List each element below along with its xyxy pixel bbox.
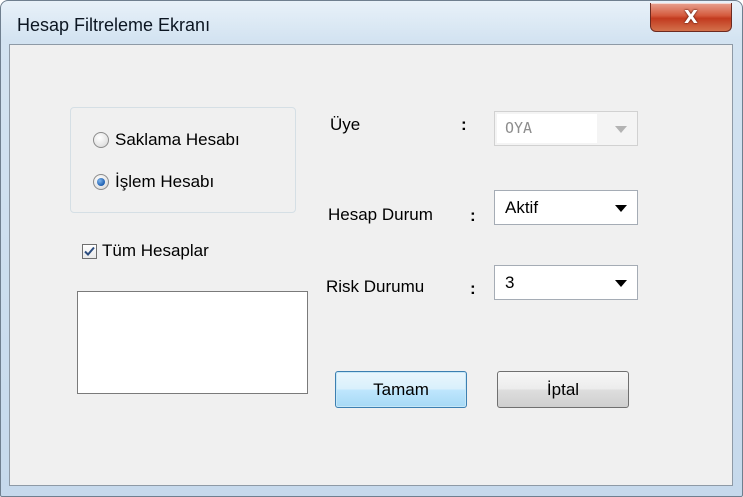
member-label: Üye [330,115,361,134]
account-status-combobox[interactable]: Aktif [494,190,638,225]
risk-status-value: 3 [505,273,515,292]
window-title: Hesap Filtreleme Ekranı [17,15,211,35]
title-bar[interactable]: Hesap Filtreleme Ekranı X [1,1,742,43]
radio-label-saklama: Saklama Hesabı [115,130,240,149]
radio-checked-icon[interactable] [93,174,109,190]
risk-status-label: Risk Durumu [326,277,425,296]
member-value: OYA [497,114,597,143]
account-status-colon: : [470,206,476,225]
radio-label-islem: İşlem Hesabı [115,172,215,191]
radio-saklama-hesabi[interactable]: Saklama Hesabı [93,130,240,150]
ok-button[interactable]: Tamam [335,371,467,408]
dialog-window: Hesap Filtreleme Ekranı X Saklama Hesabı… [0,0,743,497]
all-accounts-checkbox-row[interactable]: Tüm Hesaplar [82,241,209,261]
dialog-client-area: Saklama Hesabı İşlem Hesabı Tüm Hesaplar… [9,44,733,486]
checkmark-icon [84,246,95,256]
all-accounts-label: Tüm Hesaplar [102,241,209,260]
chevron-down-icon [615,126,627,133]
risk-status-colon: : [470,279,476,298]
risk-status-combobox[interactable]: 3 [494,265,638,300]
all-accounts-checkbox[interactable] [82,243,97,259]
cancel-button[interactable]: İptal [497,371,629,408]
account-type-group: Saklama Hesabı İşlem Hesabı [70,107,296,213]
account-status-value: Aktif [505,198,539,217]
account-status-label: Hesap Durum [328,205,433,224]
member-combobox: OYA [494,111,638,146]
close-button[interactable]: X [650,3,732,32]
chevron-down-icon[interactable] [615,280,627,287]
member-colon: : [461,115,467,134]
radio-islem-hesabi[interactable]: İşlem Hesabı [93,172,214,192]
chevron-down-icon[interactable] [615,205,627,212]
close-icon: X [684,6,698,28]
radio-unchecked-icon[interactable] [93,132,109,148]
accounts-listbox[interactable] [77,291,308,394]
